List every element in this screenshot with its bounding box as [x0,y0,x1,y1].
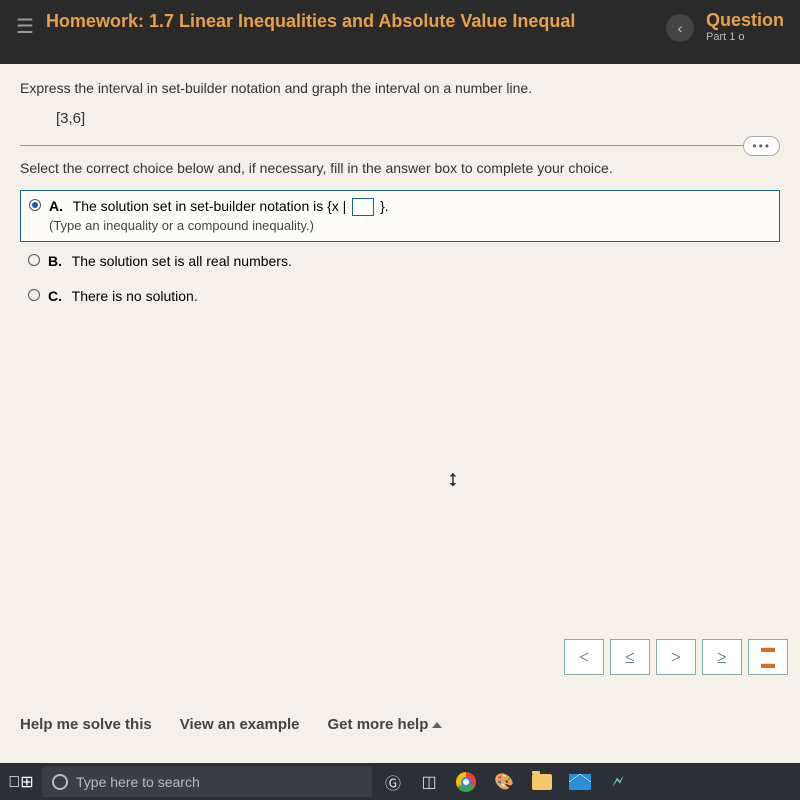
option-a-text-pre: The solution set in set-builder notation… [73,198,351,214]
fraction-button[interactable]: ▬▬ [748,639,788,675]
radio-b[interactable] [28,254,40,266]
more-options-button[interactable]: ••• [743,136,780,156]
taskbar-search[interactable]: Type here to search [42,767,372,797]
option-c-body: C. There is no solution. [48,287,198,306]
radio-a[interactable] [29,199,41,211]
option-b-text: The solution set is all real numbers. [72,253,292,269]
app-bolt-icon[interactable]: 🗲 [602,768,634,796]
question-meta: Question Part 1 o [706,10,784,43]
search-icon [52,774,68,790]
greater-than-button[interactable]: > [656,639,696,675]
answer-input-a[interactable] [352,198,374,216]
question-label: Question [706,10,784,31]
divider: ••• [20,145,780,146]
task-view-icon[interactable]: ◫ [414,768,444,796]
content-area: Express the interval in set-builder nota… [0,64,800,312]
option-c-letter: C. [48,288,62,304]
chrome-icon[interactable] [450,768,482,796]
math-toolbar: < ≤ > ≥ ▬▬ [564,639,788,675]
option-a-letter: A. [49,198,63,214]
windows-taskbar: ⊞ Type here to search Ⓖ ◫ 🎨 🗲 [0,763,800,800]
option-a[interactable]: A. The solution set in set-builder notat… [20,190,780,242]
header-bar: ☰ Homework: 1.7 Linear Inequalities and … [0,0,800,64]
option-b-body: B. The solution set is all real numbers. [48,252,292,271]
option-a-hint: (Type an inequality or a compound inequa… [49,218,314,233]
option-b[interactable]: B. The solution set is all real numbers. [20,246,780,277]
prev-question-button[interactable]: ‹ [666,14,694,42]
problem-instruction: Express the interval in set-builder nota… [20,80,780,96]
problem-interval: [3,6] [56,110,780,127]
help-solve-button[interactable]: Help me solve this [20,716,152,733]
select-instruction: Select the correct choice below and, if … [20,160,780,176]
file-explorer-icon[interactable] [526,768,558,796]
app-screen: ☰ Homework: 1.7 Linear Inequalities and … [0,0,800,763]
option-a-body: A. The solution set in set-builder notat… [49,197,389,235]
search-placeholder: Type here to search [76,774,200,790]
view-example-button[interactable]: View an example [180,716,300,733]
part-label: Part 1 o [706,31,784,43]
hamburger-menu-icon[interactable]: ☰ [16,14,34,39]
option-a-text-post: }. [376,198,388,214]
help-row: Help me solve this View an example Get m… [20,716,442,733]
homework-name: 1.7 Linear Inequalities and Absolute Val… [149,11,575,31]
option-c[interactable]: C. There is no solution. [20,281,780,312]
cortana-mic-icon[interactable]: Ⓖ [378,768,408,796]
caret-up-icon [432,722,442,728]
homework-prefix: Homework: [46,11,144,31]
less-than-button[interactable]: < [564,639,604,675]
radio-c[interactable] [28,289,40,301]
mail-icon[interactable] [564,768,596,796]
option-b-letter: B. [48,253,62,269]
greater-equal-button[interactable]: ≥ [702,639,742,675]
paint-icon[interactable]: 🎨 [488,768,520,796]
option-c-text: There is no solution. [72,288,198,304]
start-button[interactable]: ⊞ [6,768,36,796]
homework-title: Homework: 1.7 Linear Inequalities and Ab… [46,10,654,33]
less-equal-button[interactable]: ≤ [610,639,650,675]
answer-options: A. The solution set in set-builder notat… [20,190,780,312]
mouse-cursor-icon: ⭥ [448,470,458,491]
get-more-help-button[interactable]: Get more help [328,716,443,733]
